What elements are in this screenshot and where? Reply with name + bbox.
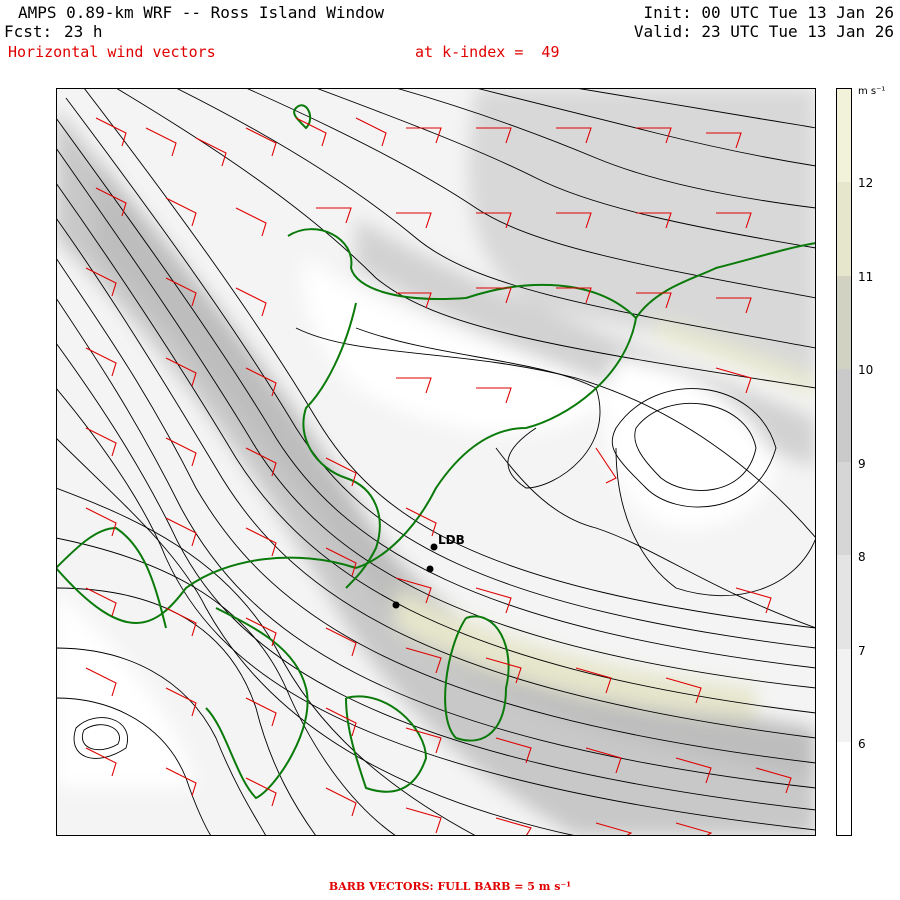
- chart-title: AMPS 0.89-km WRF -- Ross Island Window: [18, 3, 385, 22]
- colorbar-band: [837, 89, 851, 183]
- field-subtitle: Horizontal wind vectors: [8, 43, 216, 61]
- colorbar-tick-label: 12: [858, 176, 874, 190]
- colorbar: [836, 88, 852, 836]
- colorbar-tick-label: 10: [858, 363, 874, 377]
- forecast-hour: 23 h: [64, 22, 103, 41]
- station-label-ldb: LDB: [438, 533, 465, 547]
- colorbar-band: [837, 182, 851, 276]
- wind-map: LDB: [56, 88, 816, 836]
- forecast-label: Fcst:: [4, 22, 53, 41]
- colorbar-band: [837, 741, 851, 835]
- valid-time: Valid: 23 UTC Tue 13 Jan 26: [633, 22, 894, 41]
- colorbar-tick-label: 6: [858, 737, 866, 751]
- colorbar-tick-label: 8: [858, 550, 866, 564]
- colorbar-units: m s⁻¹: [858, 86, 886, 97]
- k-index-label: at k-index = 49: [415, 43, 560, 61]
- colorbar-tick-label: 11: [858, 269, 874, 284]
- colorbar-tick-label: 7: [858, 643, 866, 658]
- colorbar-band: [837, 368, 851, 462]
- colorbar-band: [837, 648, 851, 742]
- colorbar-band: [837, 555, 851, 649]
- colorbar-band: [837, 275, 851, 369]
- init-time: Init: 00 UTC Tue 13 Jan 26: [643, 3, 894, 22]
- barb-legend-note: BARB VECTORS: FULL BARB = 5 m s⁻¹: [328, 880, 572, 893]
- station-dot: [392, 601, 400, 609]
- colorbar-band: [837, 462, 851, 556]
- colorbar-tick-label: 9: [858, 456, 866, 471]
- station-ldb-dot: [430, 543, 438, 551]
- station-dot: [426, 565, 434, 573]
